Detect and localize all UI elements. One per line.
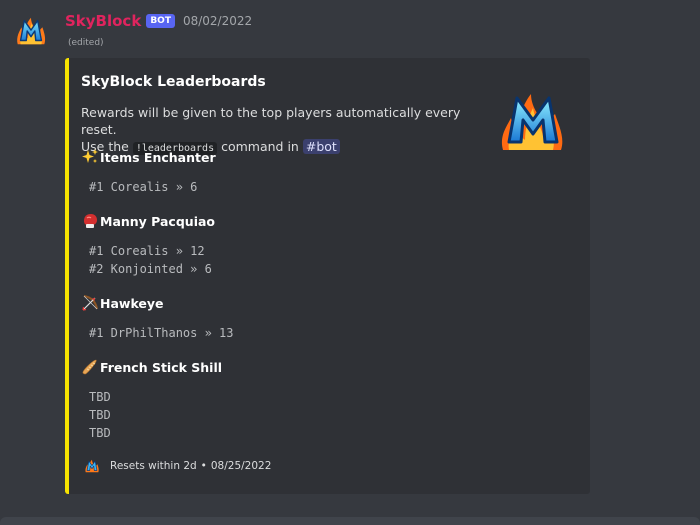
chat-message: SkyBlock BOT 08/02/2022 (edited) SkyBloc… [0, 0, 700, 525]
description-line-1: Rewards will be given to the top players… [81, 105, 461, 137]
message-timestamp[interactable]: 08/02/2022 [183, 14, 252, 28]
leaderboard-line: #1 Corealis » 12 [89, 244, 205, 258]
embed-footer: Resets within 2d • 08/25/2022 [83, 457, 271, 475]
field-french-stick-shill: French Stick Shill TBD TBD TBD [81, 358, 222, 442]
channel-mention[interactable]: #bot [302, 139, 340, 154]
message-header: SkyBlock BOT 08/02/2022 [65, 10, 252, 32]
leaderboard-line: #1 Corealis » 6 [89, 180, 198, 194]
bot-tag: BOT [146, 14, 175, 28]
leaderboard-line: TBD [89, 426, 111, 440]
leaderboard-line: #2 Konjointed » 6 [89, 262, 212, 276]
footer-logo-icon [85, 459, 99, 473]
message-input-bar[interactable] [0, 517, 700, 525]
bow-and-arrow-icon [82, 295, 98, 311]
edited-label: (edited) [68, 38, 104, 48]
footer-date: 08/25/2022 [210, 460, 272, 472]
description-mid: command in [221, 139, 299, 154]
embed-thumbnail[interactable] [493, 80, 573, 160]
field-value: TBD TBD TBD [89, 388, 222, 442]
avatar[interactable] [12, 12, 50, 50]
field-items-enchanter: Items Enchanter #1 Corealis » 6 [81, 148, 216, 196]
field-value: #1 Corealis » 6 [89, 178, 216, 196]
field-name: French Stick Shill [100, 359, 223, 375]
field-name: Manny Pacquiao [100, 213, 215, 229]
field-hawkeye: Hawkeye #1 DrPhilThanos » 13 [81, 294, 234, 342]
field-name: Items Enchanter [100, 149, 216, 165]
field-value: #1 Corealis » 12 #2 Konjointed » 6 [89, 242, 215, 278]
footer-text: Resets within 2d [110, 460, 197, 472]
leaderboard-line: TBD [89, 390, 111, 404]
channel-hash-icon: # [305, 139, 317, 154]
leaderboard-line: TBD [89, 408, 111, 422]
field-value: #1 DrPhilThanos » 13 [89, 324, 234, 342]
footer-separator: • [200, 460, 207, 472]
field-manny-pacquiao: Manny Pacquiao #1 Corealis » 12 #2 Konjoi… [81, 212, 215, 278]
field-name: Hawkeye [100, 295, 164, 311]
username[interactable]: SkyBlock [65, 12, 141, 30]
channel-name: bot [316, 139, 337, 154]
embed-title: SkyBlock Leaderboards [81, 74, 266, 90]
embed: SkyBlock Leaderboards Rewards will be gi… [65, 58, 590, 494]
leaderboard-line: #1 DrPhilThanos » 13 [89, 326, 234, 340]
sparkles-icon [82, 149, 98, 163]
baguette-icon [82, 359, 97, 375]
boxing-glove-icon [84, 214, 97, 228]
